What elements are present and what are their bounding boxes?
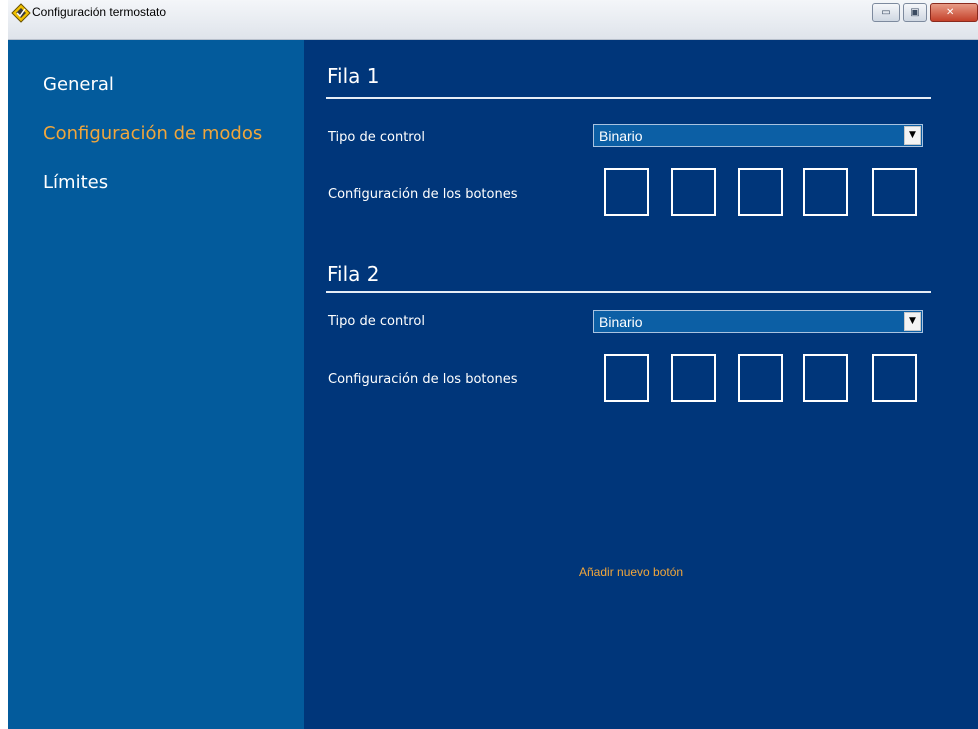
row-2-control-type-label: Tipo de control: [328, 314, 425, 329]
row-1-control-type-label: Tipo de control: [328, 130, 425, 145]
title-bar[interactable]: Configuración termostato ▭ ▣ ✕: [8, 0, 978, 40]
row-1-control-type-select[interactable]: Binario ▼: [593, 124, 923, 147]
row-1-control-type-value: Binario: [599, 128, 643, 144]
sidebar-item-general[interactable]: General: [43, 74, 114, 95]
dropdown-arrow-icon[interactable]: ▼: [904, 126, 921, 145]
maximize-button[interactable]: ▣: [903, 3, 927, 22]
add-new-button-link[interactable]: Añadir nuevo botón: [579, 565, 683, 579]
row-2-button-slot[interactable]: [738, 354, 783, 402]
sidebar-item-limites[interactable]: Límites: [43, 172, 108, 193]
row-2-control-type-value: Binario: [599, 314, 643, 330]
row-1-button-slot[interactable]: [872, 168, 917, 216]
row-2-button-slot[interactable]: [872, 354, 917, 402]
row-2-title: Fila 2: [327, 262, 380, 286]
row-1-button-slot[interactable]: [738, 168, 783, 216]
sidebar: General Configuración de modos Límites: [8, 40, 304, 729]
row-2-divider: [326, 291, 931, 293]
main-panel: Fila 1 Tipo de control Binario ▼ Configu…: [304, 40, 978, 729]
sidebar-item-configuracion-de-modos[interactable]: Configuración de modos: [43, 123, 262, 144]
row-1-buttons-config-label: Configuración de los botones: [328, 187, 518, 202]
row-2-button-slot[interactable]: [671, 354, 716, 402]
row-1-divider: [326, 97, 931, 99]
row-2-button-slot[interactable]: [803, 354, 848, 402]
row-1-title: Fila 1: [327, 64, 380, 88]
thermostat-config-window: Configuración termostato ▭ ▣ ✕ General C…: [8, 0, 978, 729]
row-2-buttons-config-label: Configuración de los botones: [328, 372, 518, 387]
window-title: Configuración termostato: [32, 5, 167, 19]
close-button[interactable]: ✕: [930, 3, 978, 22]
minimize-button[interactable]: ▭: [872, 3, 900, 22]
thermostat-app-icon: [11, 3, 31, 23]
row-2-control-type-select[interactable]: Binario ▼: [593, 310, 923, 333]
row-2-button-slot[interactable]: [604, 354, 649, 402]
dropdown-arrow-icon[interactable]: ▼: [904, 312, 921, 331]
row-1-button-slot[interactable]: [671, 168, 716, 216]
row-1-button-slot[interactable]: [803, 168, 848, 216]
row-1-button-slot[interactable]: [604, 168, 649, 216]
